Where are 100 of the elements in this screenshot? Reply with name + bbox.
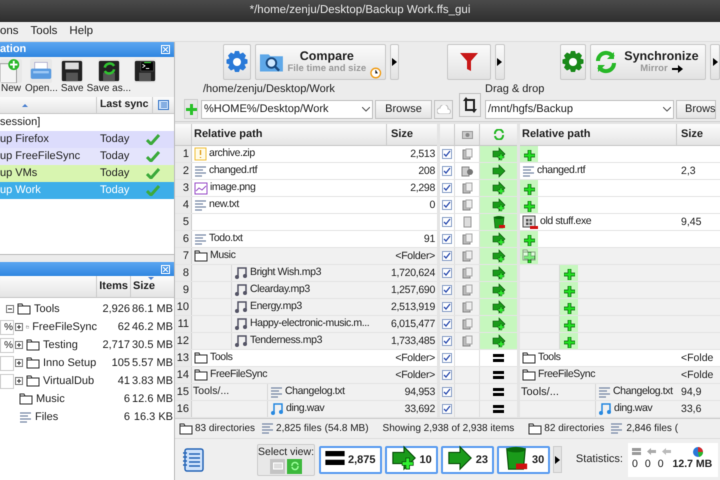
folder-icon — [522, 249, 536, 261]
arrow-plus-icon — [390, 445, 417, 471]
sync-options-button[interactable] — [710, 44, 720, 80]
item-count: 2,717 — [101, 338, 130, 353]
file-size: 208 — [417, 164, 436, 179]
folder-icon — [17, 303, 31, 315]
tree-row[interactable]: Files 6 16.3 KB — [0, 408, 174, 426]
tree-row[interactable]: Tools 2,926 86.1 MB — [0, 300, 174, 318]
folder-path-field[interactable]: /mnt/hgfs/Backup — [485, 100, 674, 119]
view-filter-button[interactable]: 23 — [440, 446, 494, 474]
checkbox[interactable] — [442, 166, 452, 176]
checkbox[interactable] — [442, 251, 452, 261]
folder-path-field[interactable]: %HOME%/Desktop/Work — [201, 100, 373, 119]
filter-options-button[interactable] — [494, 44, 505, 80]
checkbox[interactable] — [442, 404, 452, 414]
column-header[interactable]: Size — [130, 276, 174, 297]
browse-button[interactable]: Brows — [676, 100, 716, 119]
column-header[interactable]: Size — [677, 124, 720, 145]
tree-row[interactable]: VirtualDub 41 3.83 MB — [0, 372, 174, 390]
browse-button[interactable]: Browse — [375, 100, 432, 119]
plus-icon — [524, 184, 534, 195]
checkbox[interactable] — [442, 353, 452, 363]
checkbox[interactable] — [442, 336, 452, 346]
file-name: FreeFileSync — [538, 367, 596, 382]
folder-icon — [179, 422, 193, 434]
toolbar-button[interactable] — [61, 59, 84, 83]
config-row[interactable]: up VMs Today — [0, 165, 174, 182]
menu-item[interactable]: Help — [69, 22, 94, 40]
filter-button[interactable] — [447, 44, 491, 80]
music-note-icon — [234, 334, 248, 348]
checkbox[interactable] — [442, 387, 452, 397]
item-count: 62 — [116, 320, 130, 335]
tree-row[interactable]: % Testing 2,717 30.5 MB — [0, 336, 174, 354]
swap-sides-button[interactable] — [459, 93, 481, 117]
tree-row[interactable]: % FreeFileSync 62 46.2 MB — [0, 318, 174, 336]
settings-button[interactable] — [223, 44, 251, 80]
expand-icon[interactable] — [15, 359, 23, 367]
toolbar-button[interactable] — [134, 59, 156, 83]
compare-button[interactable]: Compare File time and size — [254, 44, 386, 80]
arrow-right-icon — [672, 65, 683, 73]
menu-item[interactable]: ons — [0, 22, 19, 40]
status-text: 82 directories — [544, 422, 604, 436]
close-icon[interactable] — [161, 45, 170, 54]
file-name: changed.rtf — [537, 163, 586, 178]
checkbox[interactable] — [442, 234, 452, 244]
row-number: 14 — [175, 367, 192, 383]
checkbox[interactable] — [442, 149, 452, 159]
equal-icon — [493, 405, 504, 413]
folder-icon — [194, 250, 208, 262]
config-row[interactable]: up Firefox Today — [0, 131, 174, 148]
checkbox[interactable] — [442, 319, 452, 329]
equal-icon — [493, 388, 504, 396]
compare-options-button[interactable] — [390, 44, 400, 80]
tree-row[interactable]: Music 6 12.6 MB — [0, 390, 174, 408]
statistic-value: 0 — [644, 456, 651, 472]
tool-label: Save as... — [86, 83, 132, 95]
more-button[interactable] — [553, 446, 562, 473]
config-row[interactable]: up FreeFileSync Today — [0, 148, 174, 165]
arrow-plus-icon — [492, 181, 506, 195]
config-row[interactable]: session] — [0, 114, 174, 131]
log-button[interactable] — [181, 446, 205, 472]
view-filter-button[interactable]: 10 — [384, 446, 438, 474]
equal-icon — [493, 371, 504, 379]
expand-icon[interactable] — [15, 377, 23, 385]
storage-icon — [632, 447, 641, 456]
expand-icon[interactable] — [15, 323, 23, 331]
checkbox[interactable] — [442, 370, 452, 380]
checkbox[interactable] — [442, 302, 452, 312]
checkbox[interactable] — [442, 217, 452, 227]
file-name: Changelog.txt — [613, 384, 673, 400]
checkbox[interactable] — [442, 268, 452, 278]
sync-settings-button[interactable] — [560, 44, 586, 80]
status-text: Showing 2,938 of 2,938 items — [382, 422, 514, 436]
checkbox[interactable] — [442, 183, 452, 193]
arrow-plus-icon — [492, 283, 506, 297]
view-filter-button[interactable]: 30 — [497, 446, 550, 474]
checkbox[interactable] — [442, 285, 452, 295]
synchronize-button[interactable]: Synchronize Mirror — [590, 44, 706, 80]
expand-icon[interactable] — [15, 341, 23, 349]
view-filter-button[interactable]: 2,875 — [319, 446, 382, 474]
row-number: 13 — [175, 350, 192, 366]
column-header[interactable]: Relative path — [520, 124, 677, 145]
file-size: <Folder> — [394, 368, 436, 383]
equal-icon — [493, 354, 504, 362]
column-header[interactable]: Items — [96, 276, 130, 297]
tree-row[interactable]: Inno Setup 105 5.57 MB — [0, 354, 174, 372]
settings-icon — [224, 50, 249, 74]
percent-box — [0, 356, 14, 370]
config-name: session] — [0, 115, 42, 130]
column-header[interactable]: Relative path — [192, 124, 387, 145]
column-header[interactable]: Size — [387, 124, 437, 145]
text-file-icon — [598, 386, 611, 398]
toolbar-button[interactable] — [98, 59, 120, 83]
sync-icon — [492, 129, 504, 140]
collapse-icon[interactable] — [6, 305, 14, 313]
checkbox[interactable] — [442, 200, 452, 210]
row-number: 8 — [175, 265, 192, 281]
menu-item[interactable]: Tools — [30, 22, 58, 40]
close-icon[interactable] — [161, 264, 170, 274]
arrow-plus-icon — [492, 198, 506, 212]
